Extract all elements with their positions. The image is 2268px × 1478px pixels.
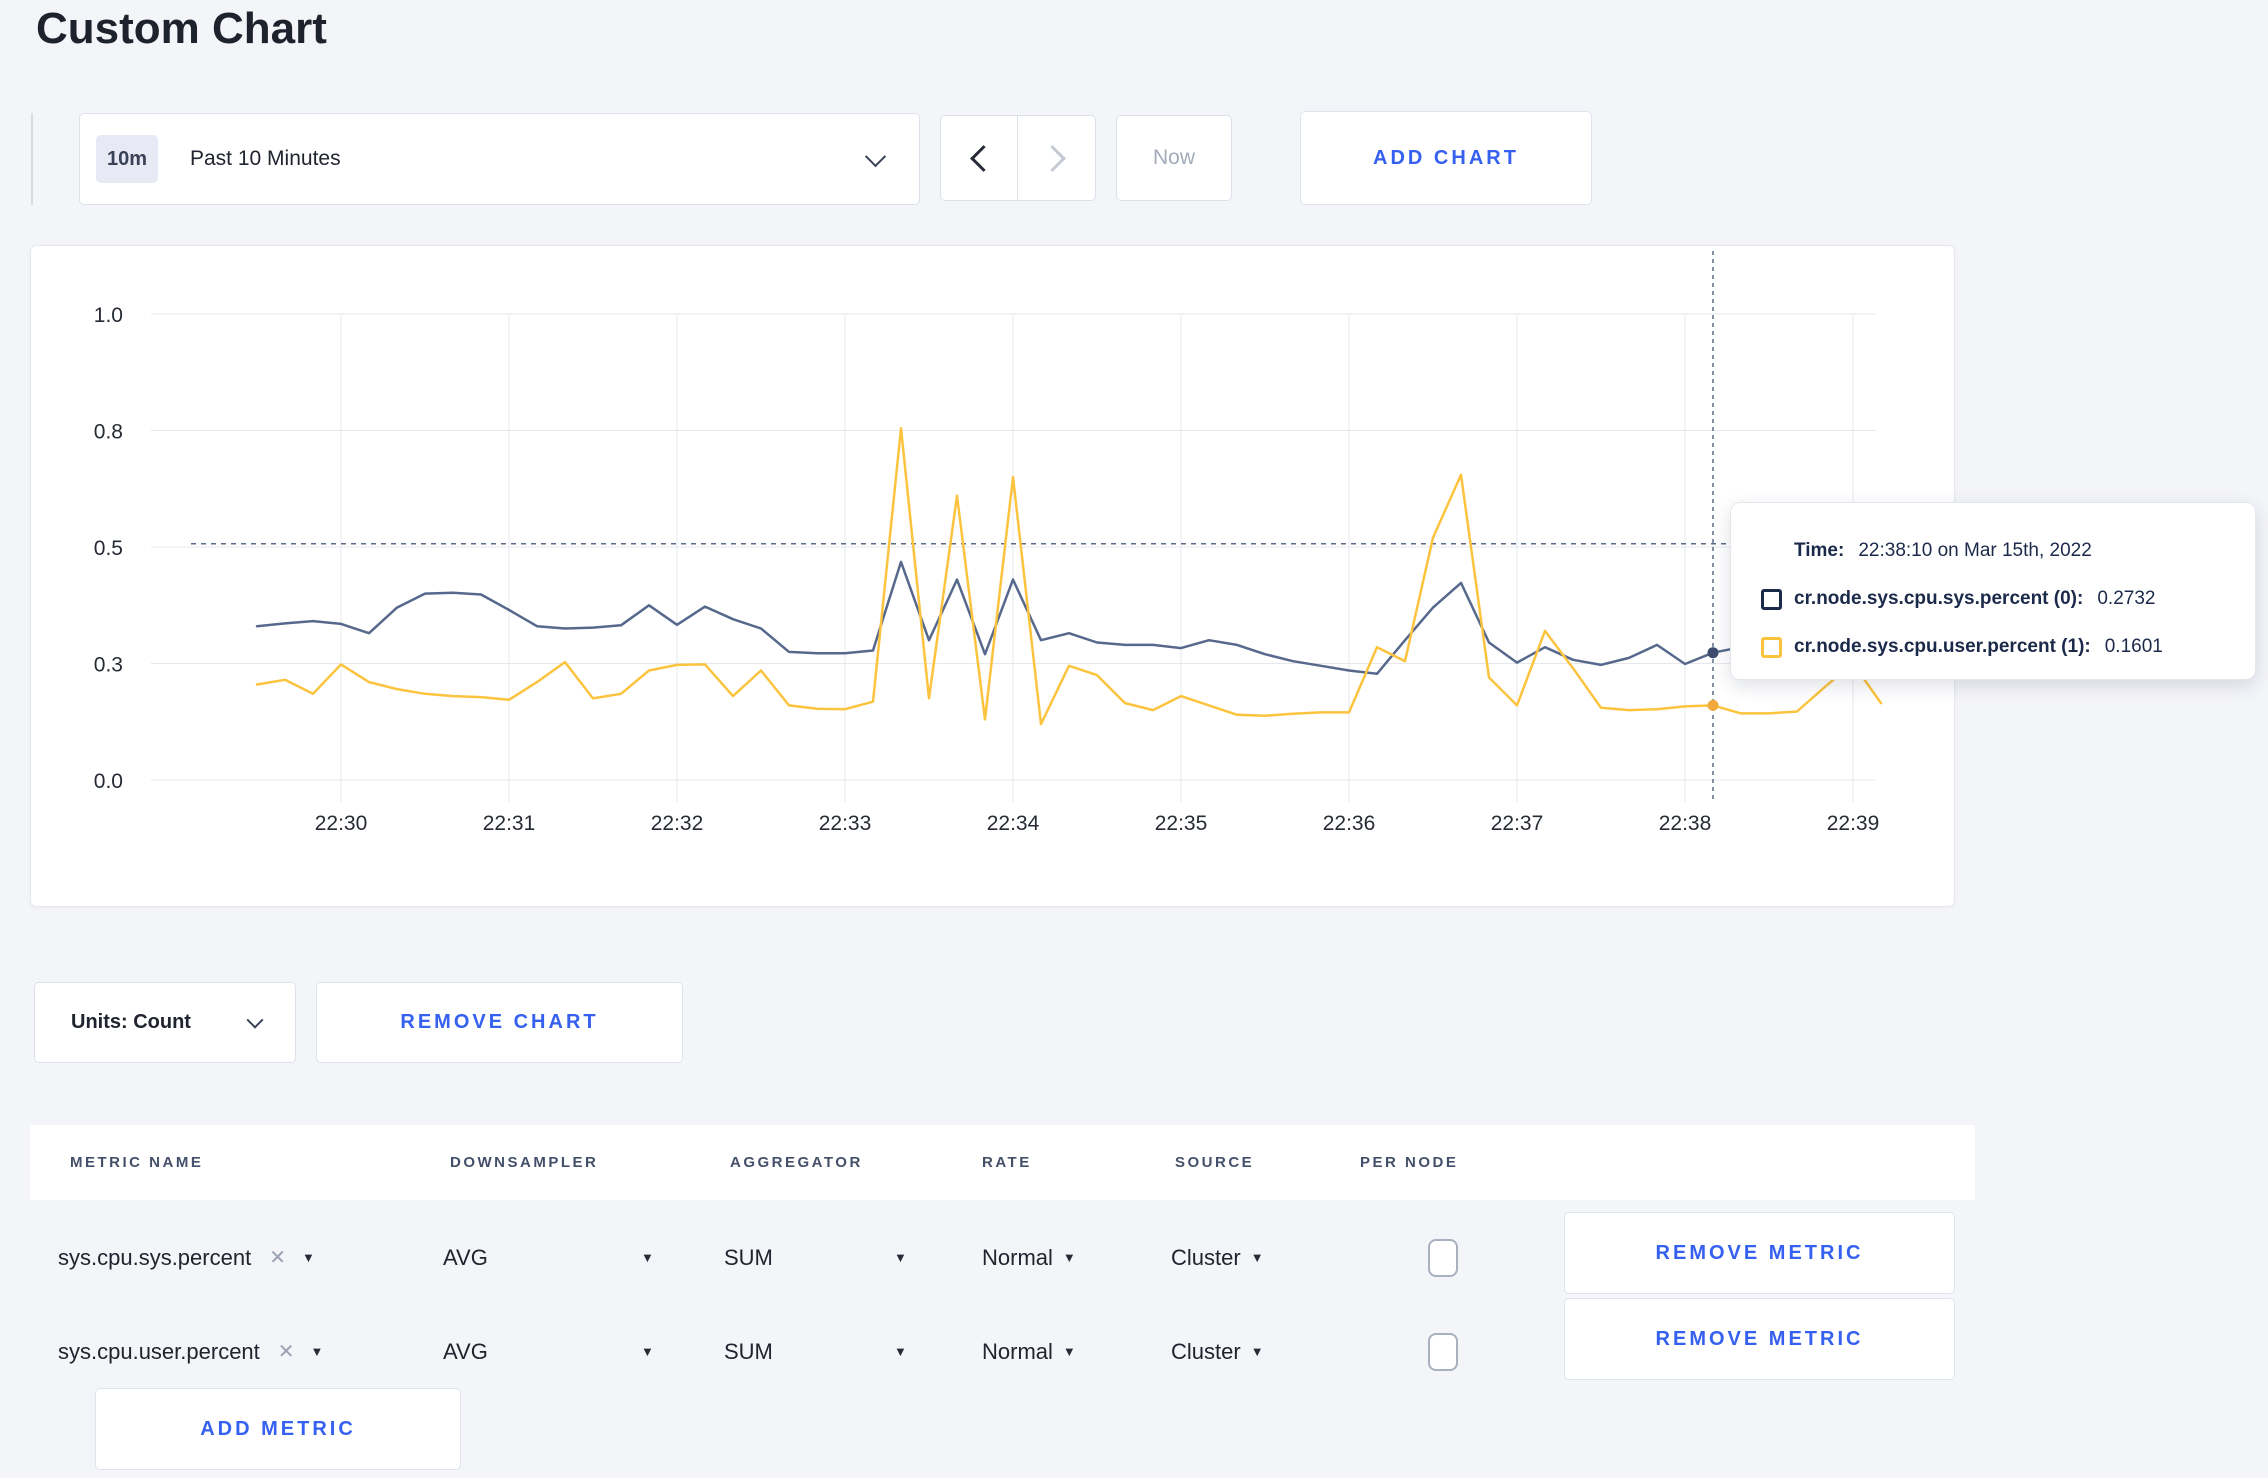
- clear-metric-icon[interactable]: ✕: [269, 1236, 286, 1280]
- caret-down-icon: ▼: [894, 1250, 907, 1265]
- svg-text:22:31: 22:31: [483, 812, 536, 835]
- svg-text:0.0: 0.0: [94, 770, 123, 793]
- caret-down-icon: ▼: [301, 1250, 315, 1265]
- time-range-dropdown[interactable]: 10m Past 10 Minutes: [79, 113, 920, 205]
- svg-text:22:34: 22:34: [987, 812, 1040, 835]
- rate-select[interactable]: Normal ▼: [982, 1236, 1076, 1280]
- chevron-right-icon: [1039, 144, 1066, 172]
- rate-select[interactable]: Normal ▼: [982, 1330, 1076, 1374]
- column-header-aggregator: AGGREGATOR: [730, 1154, 863, 1171]
- clear-metric-icon[interactable]: ✕: [278, 1330, 295, 1374]
- tooltip-time-label: Time:: [1794, 540, 1845, 561]
- next-time-button[interactable]: [1018, 115, 1096, 201]
- per-node-checkbox[interactable]: [1428, 1333, 1458, 1371]
- chart-card: 0.0 0.3 0.5 0.8 1.0 22:30 22:31 22:32 22:33 22:34…: [30, 245, 1955, 907]
- add-chart-button[interactable]: ADD CHART: [1300, 111, 1592, 205]
- chevron-down-icon: [864, 145, 887, 167]
- column-header-downsampler: DOWNSAMPLER: [450, 1154, 599, 1171]
- caret-down-icon: ▼: [641, 1250, 654, 1265]
- column-header-per-node: PER NODE: [1360, 1154, 1459, 1171]
- svg-text:22:32: 22:32: [651, 812, 704, 835]
- caret-down-icon: ▼: [1250, 1344, 1264, 1359]
- caret-down-icon: ▼: [310, 1344, 324, 1359]
- series-user-swatch-icon: [1761, 636, 1782, 658]
- time-nav-group: [940, 115, 1096, 201]
- toolbar-divider: [31, 113, 33, 205]
- add-metric-button[interactable]: ADD METRIC: [95, 1388, 461, 1470]
- time-range-label: Past 10 Minutes: [190, 147, 341, 170]
- source-select[interactable]: Cluster ▼: [1171, 1330, 1264, 1374]
- prev-time-button[interactable]: [940, 115, 1018, 201]
- tooltip-series-label: cr.node.sys.cpu.sys.percent (0):: [1794, 588, 2084, 609]
- tooltip-series-row: cr.node.sys.cpu.sys.percent (0): 0.2732: [1761, 577, 2235, 621]
- time-range-badge: 10m: [96, 135, 158, 183]
- remove-metric-button[interactable]: REMOVE METRIC: [1564, 1298, 1955, 1380]
- caret-down-icon: ▼: [641, 1344, 654, 1359]
- svg-text:0.8: 0.8: [94, 421, 123, 444]
- remove-chart-button[interactable]: REMOVE CHART: [316, 982, 683, 1063]
- svg-text:0.5: 0.5: [94, 537, 123, 560]
- chevron-down-icon: [246, 1011, 264, 1029]
- svg-text:1.0: 1.0: [94, 304, 123, 327]
- metrics-line-chart[interactable]: 0.0 0.3 0.5 0.8 1.0 22:30 22:31 22:32 22:33 22:34…: [31, 246, 1954, 906]
- custom-chart-page: Custom Chart 10m Past 10 Minutes Now ADD…: [0, 0, 2268, 1478]
- svg-text:0.3: 0.3: [94, 654, 123, 677]
- tooltip-series-value: 0.2732: [2097, 588, 2156, 609]
- downsampler-select[interactable]: AVG: [443, 1330, 488, 1374]
- metric-name-select[interactable]: sys.cpu.user.percent ✕ ▼: [58, 1330, 323, 1374]
- column-header-source: SOURCE: [1175, 1154, 1255, 1171]
- tooltip-series-value: 0.1601: [2104, 636, 2163, 657]
- caret-down-icon: ▼: [1062, 1250, 1076, 1265]
- series-sys-swatch-icon: [1761, 588, 1782, 610]
- units-dropdown[interactable]: Units: Count: [34, 982, 296, 1063]
- svg-text:22:37: 22:37: [1491, 812, 1544, 835]
- chart-tooltip: Time: 22:38:10 on Mar 15th, 2022 cr.node…: [1730, 502, 2256, 680]
- aggregator-select[interactable]: SUM: [724, 1330, 773, 1374]
- tooltip-time-row: Time: 22:38:10 on Mar 15th, 2022: [1761, 529, 2235, 573]
- svg-text:22:38: 22:38: [1659, 812, 1712, 835]
- metric-name-select[interactable]: sys.cpu.sys.percent ✕ ▼: [58, 1236, 315, 1280]
- aggregator-select[interactable]: SUM: [724, 1236, 773, 1280]
- tooltip-series-label: cr.node.sys.cpu.user.percent (1):: [1794, 636, 2091, 657]
- page-title: Custom Chart: [36, 4, 327, 53]
- svg-text:22:39: 22:39: [1827, 812, 1880, 835]
- svg-text:22:35: 22:35: [1155, 812, 1208, 835]
- caret-down-icon: ▼: [1062, 1344, 1076, 1359]
- svg-text:22:36: 22:36: [1323, 812, 1376, 835]
- chevron-left-icon: [969, 144, 997, 172]
- caret-down-icon: ▼: [1250, 1250, 1264, 1265]
- caret-down-icon: ▼: [894, 1344, 907, 1359]
- per-node-checkbox[interactable]: [1428, 1239, 1458, 1277]
- svg-text:22:30: 22:30: [315, 812, 368, 835]
- downsampler-select[interactable]: AVG: [443, 1236, 488, 1280]
- remove-metric-button[interactable]: REMOVE METRIC: [1564, 1212, 1955, 1294]
- column-header-metric-name: METRIC NAME: [70, 1154, 204, 1171]
- now-button[interactable]: Now: [1116, 115, 1232, 201]
- units-label: Units: Count: [71, 1011, 191, 1033]
- source-select[interactable]: Cluster ▼: [1171, 1236, 1264, 1280]
- tooltip-series-row: cr.node.sys.cpu.user.percent (1): 0.1601: [1761, 625, 2235, 669]
- tooltip-time-value: 22:38:10 on Mar 15th, 2022: [1858, 540, 2092, 561]
- svg-text:22:33: 22:33: [819, 812, 872, 835]
- column-header-rate: RATE: [982, 1154, 1032, 1171]
